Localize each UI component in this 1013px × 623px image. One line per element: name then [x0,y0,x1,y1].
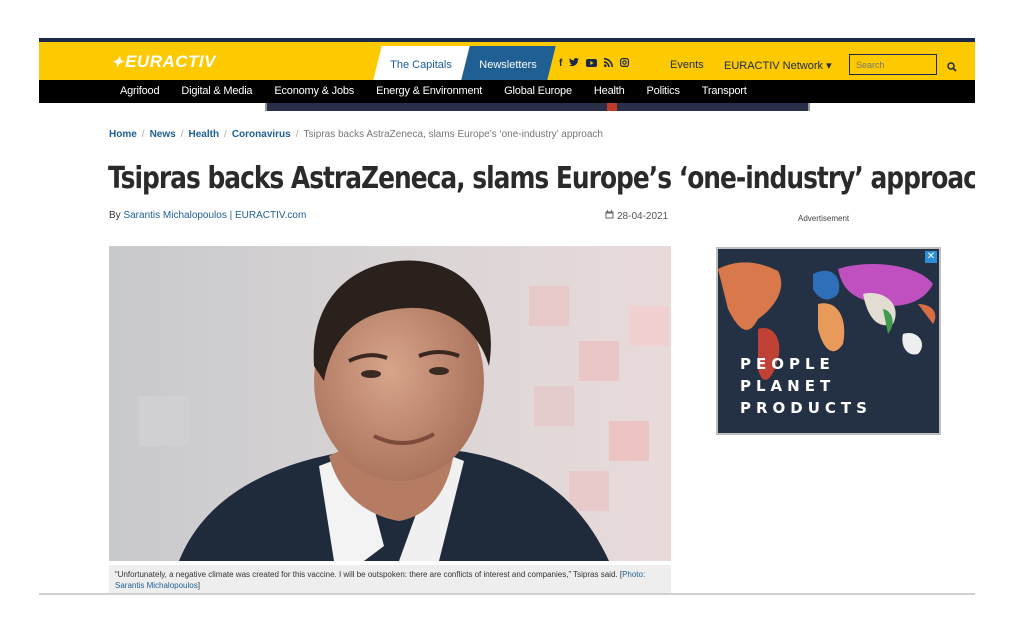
nav-item-global-europe[interactable]: Global Europe [504,80,572,103]
search-icon[interactable] [947,59,957,72]
breadcrumb-coronavirus[interactable]: Coronavirus [232,129,291,140]
date-text: 28-04-2021 [617,210,669,222]
the-capitals-label: The Capitals [390,59,452,71]
the-capitals-tab[interactable]: The Capitals [372,46,470,84]
caption-text: “Unfortunately, a negative climate was c… [115,570,623,579]
nav-item-agrifood[interactable]: Agrifood [120,80,160,103]
nav-item-economy-jobs[interactable]: Economy & Jobs [274,80,354,103]
newsletters-tab[interactable]: Newsletters [460,46,556,84]
nav-item-politics[interactable]: Politics [647,80,680,103]
ad-line-people: PEOPLE [740,355,835,373]
page-frame-bottom-border [39,593,975,595]
nav-item-digital-media[interactable]: Digital & Media [181,80,252,103]
breadcrumb-separator: / [295,129,299,140]
main-nav: Agrifood Digital & Media Economy & Jobs … [39,80,975,103]
breadcrumb-health[interactable]: Health [188,129,219,140]
breadcrumb-current: Tsipras backs AstraZeneca, slams Europe'… [303,129,603,140]
breadcrumb-separator: / [224,129,227,140]
ad-line-products: PRODUCTS [740,399,872,417]
ad-headline: PEOPLE PLANET PRODUCTS [740,353,872,419]
nav-item-transport[interactable]: Transport [702,80,747,103]
breadcrumb-news[interactable]: News [150,129,176,140]
author-link[interactable]: Sarantis Michalopoulos | EURACTIV.com [123,210,306,221]
events-link[interactable]: Events [670,59,704,71]
banner-ad-detail [607,103,617,111]
byline: By Sarantis Michalopoulos | EURACTIV.com [109,210,306,221]
euractiv-logo[interactable]: ✦ EURACTIV [111,51,216,73]
newsletters-label: Newsletters [479,59,537,71]
breadcrumb-separator: / [141,129,145,140]
ad-close-icon[interactable]: ✕ [925,251,937,263]
page-frame: ✦ EURACTIV The Capitals Newsletters f Ev… [39,38,975,594]
article-title: Tsipras backs AstraZeneca, slams Europe’… [108,161,975,196]
breadcrumb: Home / News / Health / Coronavirus / Tsipras… [109,129,603,140]
breadcrumb-home[interactable]: Home [109,129,137,140]
byline-prefix: By [109,210,121,221]
logo-icon: ✦ [111,54,125,71]
advertisement-label: Advertisement [798,214,850,223]
facebook-icon[interactable]: f [559,59,562,69]
nav-item-health[interactable]: Health [594,80,625,103]
search-input[interactable] [849,54,937,75]
euractiv-network-menu[interactable]: EURACTIV Network ▾ [724,59,832,72]
ad-line-planet: PLANET [740,377,836,395]
youtube-icon[interactable] [586,58,598,70]
logo-text: EURACTIV [125,52,216,71]
instagram-icon[interactable] [620,58,630,70]
nav-item-energy-environment[interactable]: Energy & Environment [376,80,482,103]
caption-end: ] [197,581,200,590]
photo-caption: “Unfortunately, a negative climate was c… [109,565,671,594]
article-photo[interactable] [109,246,671,561]
twitter-icon[interactable] [569,58,580,70]
sidebar-advertisement[interactable]: ✕ PEOPLE PLANET PRODUCTS [716,247,941,435]
social-links: f [559,58,630,70]
publish-date: 28-04-2021 [605,210,668,222]
rss-icon[interactable] [604,58,614,70]
calendar-icon [605,210,614,222]
breadcrumb-separator: / [180,129,184,140]
top-bar: ✦ EURACTIV The Capitals Newsletters f Ev… [39,38,975,84]
banner-ad-strip[interactable] [265,103,810,111]
